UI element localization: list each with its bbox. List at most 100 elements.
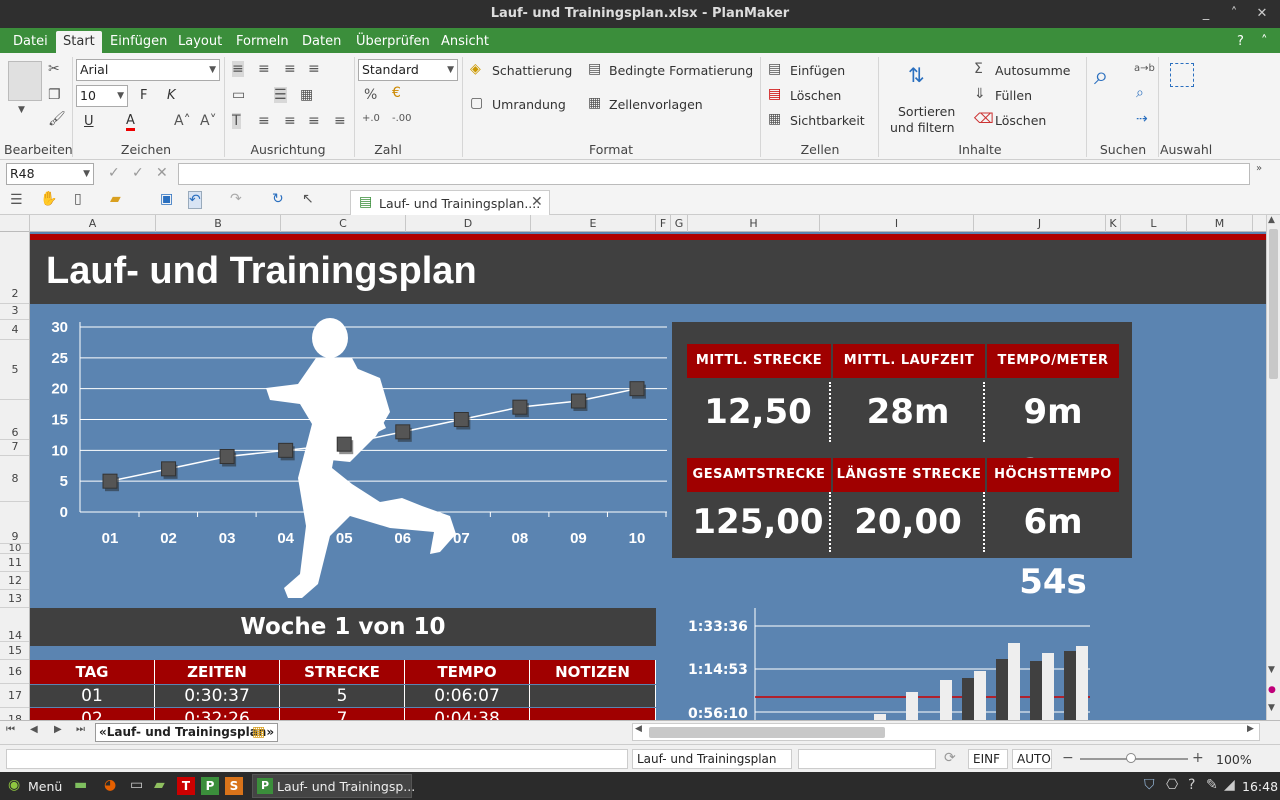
search-icon[interactable]: ⌕: [1094, 61, 1109, 92]
row-8[interactable]: 8: [0, 456, 29, 502]
copy-icon[interactable]: ❐: [48, 87, 61, 103]
horizontal-scrollbar[interactable]: ◀ ▶: [632, 723, 1260, 741]
table-cell[interactable]: 0:06:07: [405, 685, 530, 707]
column-b[interactable]: B: [156, 215, 281, 232]
row-18[interactable]: 18: [0, 708, 29, 720]
row-10[interactable]: 10: [0, 544, 29, 554]
align-middle-icon[interactable]: ≡: [258, 61, 270, 77]
row-11[interactable]: 11: [0, 554, 29, 572]
shield-icon[interactable]: ⛉: [1144, 777, 1155, 793]
find-next-icon[interactable]: ⌕: [1136, 85, 1144, 101]
files-icon[interactable]: ▰: [154, 777, 165, 793]
cut-icon[interactable]: ✂: [48, 61, 60, 77]
replace-icon[interactable]: a→b: [1134, 63, 1155, 74]
loeschen-inhalte-button[interactable]: Löschen: [995, 113, 1046, 128]
expand-formula-icon[interactable]: »: [1256, 163, 1262, 174]
goto-icon[interactable]: ⇢: [1136, 111, 1148, 127]
table-cell[interactable]: 01: [30, 685, 155, 707]
row-9[interactable]: 9: [0, 502, 29, 544]
column-f[interactable]: F: [656, 215, 671, 232]
cell-reference-box[interactable]: R48 ▼: [6, 163, 94, 185]
font-color-button[interactable]: A: [126, 113, 135, 131]
decimal-increase-icon[interactable]: +.0: [362, 113, 380, 124]
einfuegen-button[interactable]: Einfügen: [790, 63, 845, 78]
column-k[interactable]: K: [1106, 215, 1121, 232]
column-c[interactable]: C: [281, 215, 406, 232]
align-center-icon[interactable]: ≡: [284, 113, 296, 129]
row-2[interactable]: 2: [0, 232, 29, 304]
worksheet[interactable]: Lauf- und Trainingsplan 0 5 10 15 20 25 30 01 02…: [30, 232, 1266, 720]
row-4[interactable]: 4: [0, 320, 29, 340]
column-m[interactable]: M: [1187, 215, 1253, 232]
autosumme-button[interactable]: Autosumme: [995, 63, 1071, 78]
font-name-combo[interactable]: Arial ▼: [76, 59, 220, 81]
taskbar-window-button[interactable]: P Lauf- und Trainingsp...: [252, 774, 415, 798]
save-icon[interactable]: ▣: [160, 191, 173, 207]
decimal-decrease-icon[interactable]: -.00: [392, 113, 412, 124]
hand-icon[interactable]: ✋: [40, 191, 57, 207]
help-tray-icon[interactable]: ?: [1188, 777, 1195, 793]
menu-formeln[interactable]: Formeln: [233, 31, 292, 53]
undo-icon[interactable]: ↶: [188, 191, 202, 209]
firefox-icon[interactable]: ◕: [104, 777, 116, 793]
zoom-out-icon[interactable]: −: [1062, 750, 1074, 766]
font-size-combo[interactable]: 10 ▼: [76, 85, 128, 107]
column-i[interactable]: I: [820, 215, 974, 232]
align-left-icon[interactable]: ≡: [258, 113, 270, 129]
row-17[interactable]: 17: [0, 684, 29, 708]
presentations-icon[interactable]: S: [225, 777, 243, 795]
recalc-icon[interactable]: ⟳: [944, 750, 956, 766]
row-14[interactable]: 14: [0, 608, 29, 642]
scroll-up-icon[interactable]: ▲: [1268, 215, 1275, 225]
schattierung-button[interactable]: Schattierung: [492, 63, 572, 78]
column-j[interactable]: J: [974, 215, 1106, 232]
column-e[interactable]: E: [531, 215, 656, 232]
close-icon[interactable]: ✕: [1248, 0, 1276, 28]
row-12[interactable]: 12: [0, 572, 29, 590]
row-13[interactable]: 13: [0, 590, 29, 608]
close-tab-icon[interactable]: ✕: [531, 194, 543, 210]
show-desktop-icon[interactable]: ▬: [74, 777, 87, 793]
bold-button[interactable]: F: [140, 88, 147, 103]
row-6[interactable]: 6: [0, 400, 29, 440]
merge-icon[interactable]: ▭: [232, 87, 245, 103]
formula-input[interactable]: [178, 163, 1250, 185]
percent-icon[interactable]: %: [364, 87, 377, 103]
scroll-right-icon[interactable]: ▶: [1247, 724, 1254, 734]
number-format-combo[interactable]: Standard ▼: [358, 59, 458, 81]
rotate-text-icon[interactable]: T: [232, 113, 241, 129]
open-icon[interactable]: ▰: [110, 191, 121, 207]
first-sheet-icon[interactable]: ⏮: [6, 724, 15, 735]
row-16[interactable]: 16: [0, 660, 29, 684]
scroll-down-icon[interactable]: ▼: [1268, 665, 1275, 675]
table-cell[interactable]: 02: [30, 708, 155, 720]
row-3[interactable]: 3: [0, 304, 29, 320]
underline-button[interactable]: U: [84, 114, 94, 129]
column-l[interactable]: L: [1121, 215, 1187, 232]
textmaker-icon[interactable]: T: [177, 777, 195, 795]
column-h[interactable]: H: [688, 215, 820, 232]
table-cell[interactable]: [530, 685, 656, 707]
select-all-corner[interactable]: [0, 215, 30, 232]
zoom-in-icon[interactable]: +: [1192, 750, 1204, 766]
column-d[interactable]: D: [406, 215, 531, 232]
network-icon[interactable]: ⎔: [1166, 777, 1178, 793]
new-document-icon[interactable]: ▯: [74, 191, 82, 207]
zellenvorlagen-button[interactable]: Zellenvorlagen: [609, 97, 703, 112]
menu-daten[interactable]: Daten: [299, 31, 344, 53]
document-tab[interactable]: ▤ Lauf- und Trainingsplan.... ✕: [350, 190, 550, 215]
minimize-icon[interactable]: _: [1192, 0, 1220, 28]
scroll-down-end-icon[interactable]: ▼: [1268, 703, 1275, 713]
row-15[interactable]: 15: [0, 642, 29, 660]
pen-icon[interactable]: ✎: [1206, 777, 1218, 793]
loeschen-button[interactable]: Löschen: [790, 88, 841, 103]
sheet-tab-active[interactable]: «Lauf- und Trainingsplan»: [95, 723, 279, 742]
cancel-icon[interactable]: ✓: [108, 165, 120, 181]
borders-icon[interactable]: ▦: [300, 87, 313, 103]
confirm-icon[interactable]: ✓: [132, 165, 144, 181]
table-cell[interactable]: 5: [280, 685, 405, 707]
menu-start[interactable]: Start: [56, 31, 102, 53]
hamburger-icon[interactable]: ☰: [10, 192, 23, 208]
column-g[interactable]: G: [671, 215, 688, 232]
vertical-scrollbar[interactable]: ▲ ▼ ● ▼: [1266, 215, 1280, 720]
